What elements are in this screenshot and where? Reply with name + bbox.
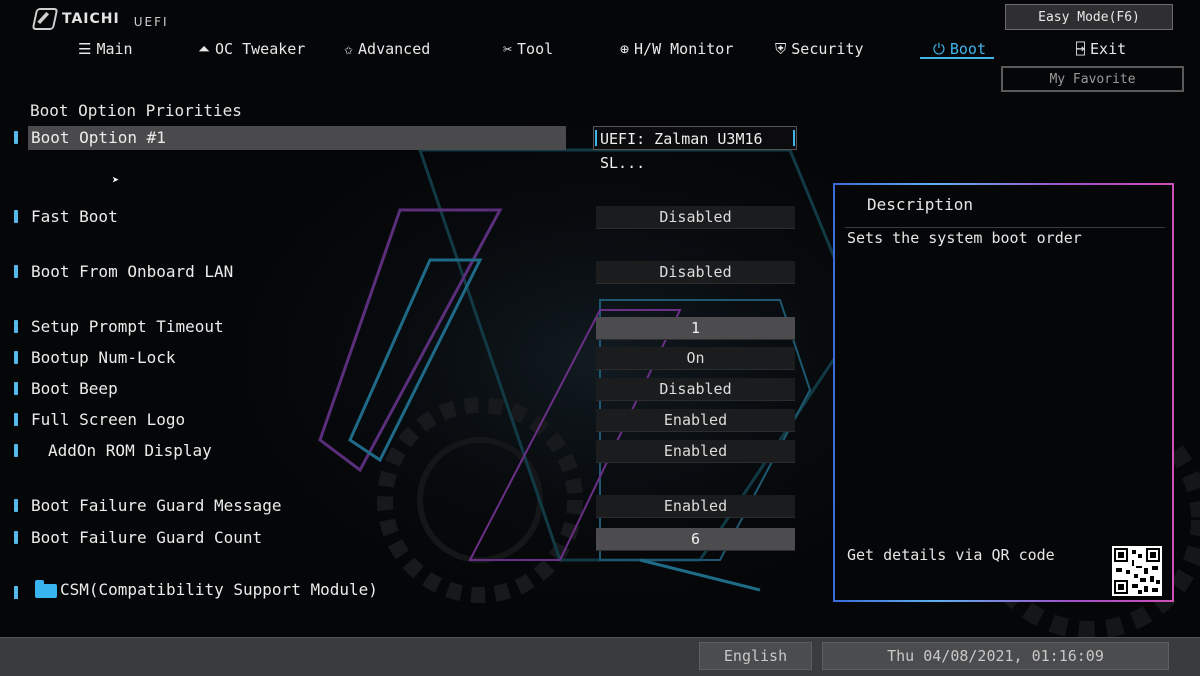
setup-prompt-timeout-value[interactable]: 1	[596, 317, 795, 340]
row-marker	[14, 499, 18, 512]
mouse-cursor-icon: ➤	[112, 173, 120, 187]
status-bar: English Thu 04/08/2021, 01:16:09	[0, 637, 1200, 676]
addon-rom-display-label: AddOn ROM Display	[48, 441, 212, 460]
tab-tool[interactable]: ✂ Tool	[503, 36, 553, 62]
list-icon: ☰	[78, 40, 92, 58]
boot-option-1-label: Boot Option #1	[31, 128, 166, 147]
setting-row-bootup-num-lock[interactable]: Bootup Num-Lock On	[0, 346, 800, 370]
target-icon: ⊕	[620, 40, 630, 58]
tab-hw-monitor-label: H/W Monitor	[634, 40, 734, 58]
tab-main-label: Main	[96, 40, 133, 58]
taichi-logo: TAICHI UEFI	[31, 8, 169, 30]
setting-row-addon-rom-display[interactable]: AddOn ROM Display Enabled	[0, 439, 800, 463]
full-screen-logo-value[interactable]: Enabled	[596, 409, 795, 432]
boot-failure-guard-message-label: Boot Failure Guard Message	[31, 496, 282, 515]
row-marker	[14, 444, 18, 457]
brand-name: TAICHI	[62, 11, 120, 27]
tab-main[interactable]: ☰ Main	[78, 36, 133, 62]
boot-beep-label: Boot Beep	[31, 379, 118, 398]
row-marker	[14, 382, 18, 395]
setting-row-boot-from-onboard-lan[interactable]: Boot From Onboard LAN Disabled	[0, 260, 800, 284]
setting-row-full-screen-logo[interactable]: Full Screen Logo Enabled	[0, 408, 800, 432]
row-marker	[14, 320, 18, 333]
bootup-num-lock-value[interactable]: On	[596, 347, 795, 370]
boot-option-1-row[interactable]: Boot Option #1 UEFI: Zalman U3M16 SL...	[0, 126, 800, 172]
description-panel: Description Sets the system boot order G…	[833, 183, 1174, 602]
tab-oc-tweaker[interactable]: ⏶ OC Tweaker	[198, 36, 305, 62]
section-title: Boot Option Priorities	[30, 101, 242, 120]
power-icon: ⏻	[933, 40, 945, 58]
tab-oc-tweaker-label: OC Tweaker	[215, 40, 306, 58]
tab-tool-label: Tool	[517, 40, 554, 58]
active-tab-indicator	[920, 57, 994, 59]
tab-exit[interactable]: ⍈ Exit	[1076, 36, 1126, 62]
fast-boot-value[interactable]: Disabled	[596, 206, 795, 229]
tab-exit-label: Exit	[1090, 40, 1127, 58]
top-bar: TAICHI UEFI ☰ Main ⏶ OC Tweaker ✩ Advanc…	[0, 0, 1200, 100]
shield-icon: ⛨	[775, 40, 787, 58]
setting-row-boot-failure-guard-message[interactable]: Boot Failure Guard Message Enabled	[0, 494, 800, 518]
boot-beep-value[interactable]: Disabled	[596, 378, 795, 401]
boot-from-onboard-lan-value[interactable]: Disabled	[596, 261, 795, 284]
row-marker	[14, 586, 18, 599]
boot-from-onboard-lan-label: Boot From Onboard LAN	[31, 262, 234, 281]
description-divider	[845, 227, 1165, 228]
boot-failure-guard-count-label: Boot Failure Guard Count	[31, 528, 263, 547]
csm-submenu-item[interactable]: CSM(Compatibility Support Module)	[0, 578, 400, 604]
tab-security-label: Security	[791, 40, 864, 58]
row-marker	[14, 210, 18, 223]
qr-code-icon	[1112, 546, 1162, 596]
boot-failure-guard-message-value[interactable]: Enabled	[596, 495, 795, 518]
row-marker	[14, 531, 18, 544]
setting-row-setup-prompt-timeout[interactable]: Setup Prompt Timeout 1	[0, 315, 800, 340]
setting-row-fast-boot[interactable]: Fast Boot Disabled	[0, 205, 800, 229]
row-marker	[14, 351, 18, 364]
tab-hw-monitor[interactable]: ⊕ H/W Monitor	[620, 36, 733, 62]
folder-icon	[35, 580, 57, 598]
row-marker	[14, 131, 18, 144]
taichi-logo-icon	[31, 8, 59, 30]
tab-advanced[interactable]: ✩ Advanced	[344, 36, 430, 62]
setting-row-boot-beep[interactable]: Boot Beep Disabled	[0, 377, 800, 401]
bootup-num-lock-label: Bootup Num-Lock	[31, 348, 176, 367]
tab-boot-label: Boot	[949, 40, 986, 58]
description-text: Sets the system boot order	[847, 229, 1082, 247]
exit-door-icon: ⍈	[1076, 40, 1086, 58]
tab-security[interactable]: ⛨ Security	[775, 36, 864, 62]
wrench-icon: ✂	[503, 40, 513, 58]
rocket-icon: ⏶	[198, 40, 211, 58]
main-navigation: ☰ Main ⏶ OC Tweaker ✩ Advanced ✂ Tool ⊕ …	[0, 36, 1126, 64]
description-title: Description	[867, 195, 973, 214]
setup-prompt-timeout-label: Setup Prompt Timeout	[31, 317, 224, 336]
csm-label: CSM(Compatibility Support Module)	[60, 580, 378, 599]
easy-mode-button[interactable]: Easy Mode(F6)	[1005, 4, 1173, 30]
row-marker	[14, 413, 18, 426]
star-icon: ✩	[344, 40, 354, 58]
date-time-display: Thu 04/08/2021, 01:16:09	[822, 642, 1169, 670]
qr-code-hint: Get details via QR code	[847, 546, 1055, 564]
my-favorite-button[interactable]: My Favorite	[1001, 66, 1184, 92]
setting-row-boot-failure-guard-count[interactable]: Boot Failure Guard Count 6	[0, 526, 800, 551]
language-selector[interactable]: English	[699, 642, 812, 670]
uefi-label: UEFI	[133, 15, 169, 29]
boot-failure-guard-count-value[interactable]: 6	[596, 528, 795, 551]
addon-rom-display-value[interactable]: Enabled	[596, 440, 795, 463]
full-screen-logo-label: Full Screen Logo	[31, 410, 186, 429]
row-marker	[14, 265, 18, 278]
fast-boot-label: Fast Boot	[31, 207, 118, 226]
boot-option-1-value[interactable]: UEFI: Zalman U3M16 SL...	[593, 126, 797, 172]
tab-advanced-label: Advanced	[358, 40, 431, 58]
